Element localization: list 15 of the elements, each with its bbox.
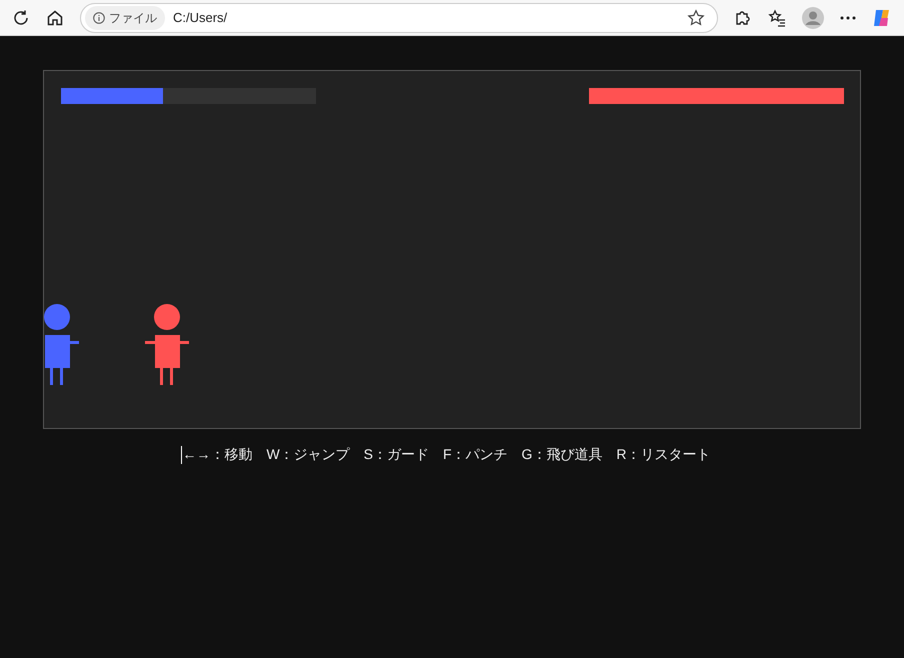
favorites-icon[interactable] [768, 8, 786, 26]
puzzle-icon[interactable] [734, 8, 752, 26]
star-icon[interactable] [687, 8, 705, 26]
info-icon [93, 12, 105, 24]
url-text: C:/Users/ [173, 8, 228, 27]
address-bar[interactable]: ファイル C:/Users/ [80, 2, 718, 32]
assistant-icon[interactable] [872, 8, 892, 28]
file-label: ファイル [109, 10, 157, 26]
more-icon[interactable] [840, 16, 856, 20]
controls-hint: ←→：移動 W：ジャンプ S：ガード F：パンチ G：飛び道具 R：リスタート [182, 445, 711, 464]
text-cursor [181, 446, 182, 464]
file-chip[interactable]: ファイル [85, 6, 165, 30]
home-icon[interactable] [46, 8, 64, 26]
profile-icon[interactable] [802, 6, 824, 28]
reload-icon[interactable] [12, 8, 30, 26]
